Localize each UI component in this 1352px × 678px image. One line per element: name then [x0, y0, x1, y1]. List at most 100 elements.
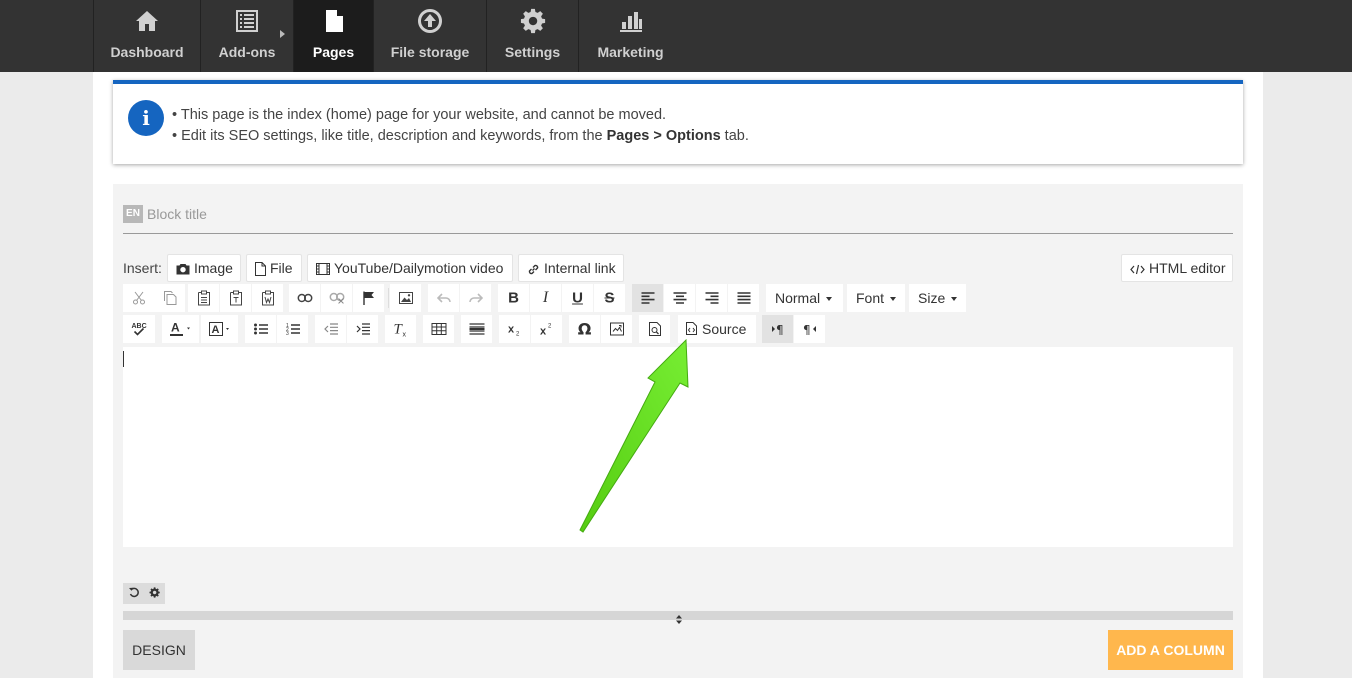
bullet-list-icon: [253, 323, 268, 335]
insert-video-button[interactable]: YouTube/Dailymotion video: [307, 254, 513, 282]
svg-text:2: 2: [516, 332, 520, 336]
nav-item-add-ons[interactable]: Add-ons: [201, 0, 294, 72]
info-text: tab.: [720, 128, 749, 144]
strikethrough-icon: S: [604, 289, 615, 307]
insert-internal-link-button[interactable]: Internal link: [518, 254, 624, 282]
omega-icon: Ω: [577, 319, 592, 339]
list-icon: [234, 8, 260, 34]
text-direction-rtl-button[interactable]: ¶: [794, 315, 825, 343]
link-button[interactable]: [289, 284, 320, 312]
text-color-button[interactable]: A: [162, 315, 199, 343]
italic-icon: I: [542, 289, 549, 306]
size-dropdown[interactable]: Size: [909, 284, 966, 312]
preview-button[interactable]: [639, 315, 670, 343]
nav-label: Marketing: [597, 44, 664, 60]
button-label: Image: [194, 260, 233, 276]
justify-button[interactable]: [728, 284, 759, 312]
block-settings-button[interactable]: [144, 583, 165, 604]
align-justify-icon: [737, 292, 750, 304]
language-badge: EN: [123, 205, 143, 223]
copy-button[interactable]: [155, 284, 185, 312]
nav-label: Add-ons: [218, 44, 276, 60]
numbered-list-button[interactable]: 123: [277, 315, 308, 343]
html-editor-button[interactable]: HTML editor: [1121, 254, 1233, 282]
iframe-icon: [609, 322, 624, 336]
paste-button[interactable]: [188, 284, 219, 312]
block-title-input[interactable]: [147, 204, 747, 224]
svg-text:2: 2: [548, 324, 552, 330]
rich-text-editor-area[interactable]: [123, 347, 1233, 547]
increase-indent-button[interactable]: [347, 315, 378, 343]
add-column-button[interactable]: ADD A COLUMN: [1108, 630, 1233, 670]
paste-word-icon: [261, 290, 274, 306]
svg-text:x: x: [540, 326, 547, 336]
nav-item-file-storage[interactable]: File storage: [374, 0, 487, 72]
cut-button[interactable]: [123, 284, 155, 312]
background-color-icon: A: [208, 322, 231, 336]
italic-button[interactable]: I: [530, 284, 561, 312]
bold-button[interactable]: B: [498, 284, 529, 312]
upload-circle-icon: [417, 8, 443, 34]
redo-button[interactable]: [460, 284, 491, 312]
svg-text:x: x: [508, 324, 515, 336]
nav-item-marketing[interactable]: Marketing: [579, 0, 682, 72]
paste-text-button[interactable]: [220, 284, 251, 312]
font-dropdown[interactable]: Font: [847, 284, 905, 312]
align-right-button[interactable]: [696, 284, 727, 312]
align-left-button[interactable]: [632, 284, 663, 312]
reset-block-button[interactable]: [123, 583, 144, 604]
subscript-button[interactable]: x2: [499, 315, 530, 343]
unlink-button[interactable]: [321, 284, 352, 312]
ltr-icon: ¶: [771, 323, 785, 335]
table-button[interactable]: [423, 315, 454, 343]
insert-label: Insert:: [123, 260, 162, 276]
insert-image-button[interactable]: Image: [167, 254, 241, 282]
top-navigation: Dashboard Add-ons Pages File storage Set…: [0, 0, 1352, 72]
chevron-down-icon: [890, 297, 897, 302]
insert-image-tool[interactable]: [390, 284, 421, 312]
image-icon: [398, 292, 413, 304]
spellcheck-icon: ABC: [132, 322, 147, 337]
anchor-button[interactable]: [353, 284, 384, 312]
underline-button[interactable]: U: [562, 284, 593, 312]
underline-icon: U: [572, 289, 583, 307]
decrease-indent-button[interactable]: [315, 315, 346, 343]
clear-format-icon: Tx: [393, 322, 408, 337]
info-notice: i • This page is the index (home) page f…: [113, 80, 1243, 164]
design-button[interactable]: DESIGN: [123, 630, 195, 670]
strikethrough-button[interactable]: S: [594, 284, 625, 312]
dropdown-label: Font: [856, 290, 885, 306]
spellcheck-button[interactable]: ABC: [123, 315, 155, 343]
nav-item-settings[interactable]: Settings: [487, 0, 579, 72]
remove-format-button[interactable]: Tx: [385, 315, 416, 343]
iframe-button[interactable]: [601, 315, 632, 343]
horizontal-line-button[interactable]: [461, 315, 492, 343]
background-color-button[interactable]: A: [201, 315, 238, 343]
gear-icon: [149, 585, 160, 603]
paste-from-word-button[interactable]: [252, 284, 283, 312]
svg-text:3: 3: [286, 331, 289, 336]
toolbar-separator: [388, 288, 389, 308]
copy-icon: [164, 291, 177, 305]
align-center-button[interactable]: [664, 284, 695, 312]
insert-file-button[interactable]: File: [246, 254, 302, 282]
format-dropdown[interactable]: Normal: [766, 284, 843, 312]
outdent-icon: [323, 323, 338, 335]
button-label: File: [270, 260, 293, 276]
text-direction-ltr-button[interactable]: ¶: [762, 315, 793, 343]
source-button[interactable]: Source: [678, 315, 756, 343]
nav-item-dashboard[interactable]: Dashboard: [93, 0, 201, 72]
nav-label: Settings: [504, 44, 561, 60]
button-label: HTML editor: [1149, 260, 1226, 276]
button-label: Internal link: [544, 260, 616, 276]
bulleted-list-button[interactable]: [245, 315, 276, 343]
undo-button[interactable]: [428, 284, 459, 312]
camera-icon: [176, 263, 190, 275]
nav-item-pages[interactable]: Pages: [294, 0, 374, 72]
table-icon: [431, 323, 446, 335]
editor-resize-bar[interactable]: [123, 611, 1233, 624]
rtl-icon: ¶: [803, 323, 817, 335]
superscript-button[interactable]: x2: [531, 315, 562, 343]
special-character-button[interactable]: Ω: [569, 315, 600, 343]
code-icon: [1130, 264, 1145, 275]
